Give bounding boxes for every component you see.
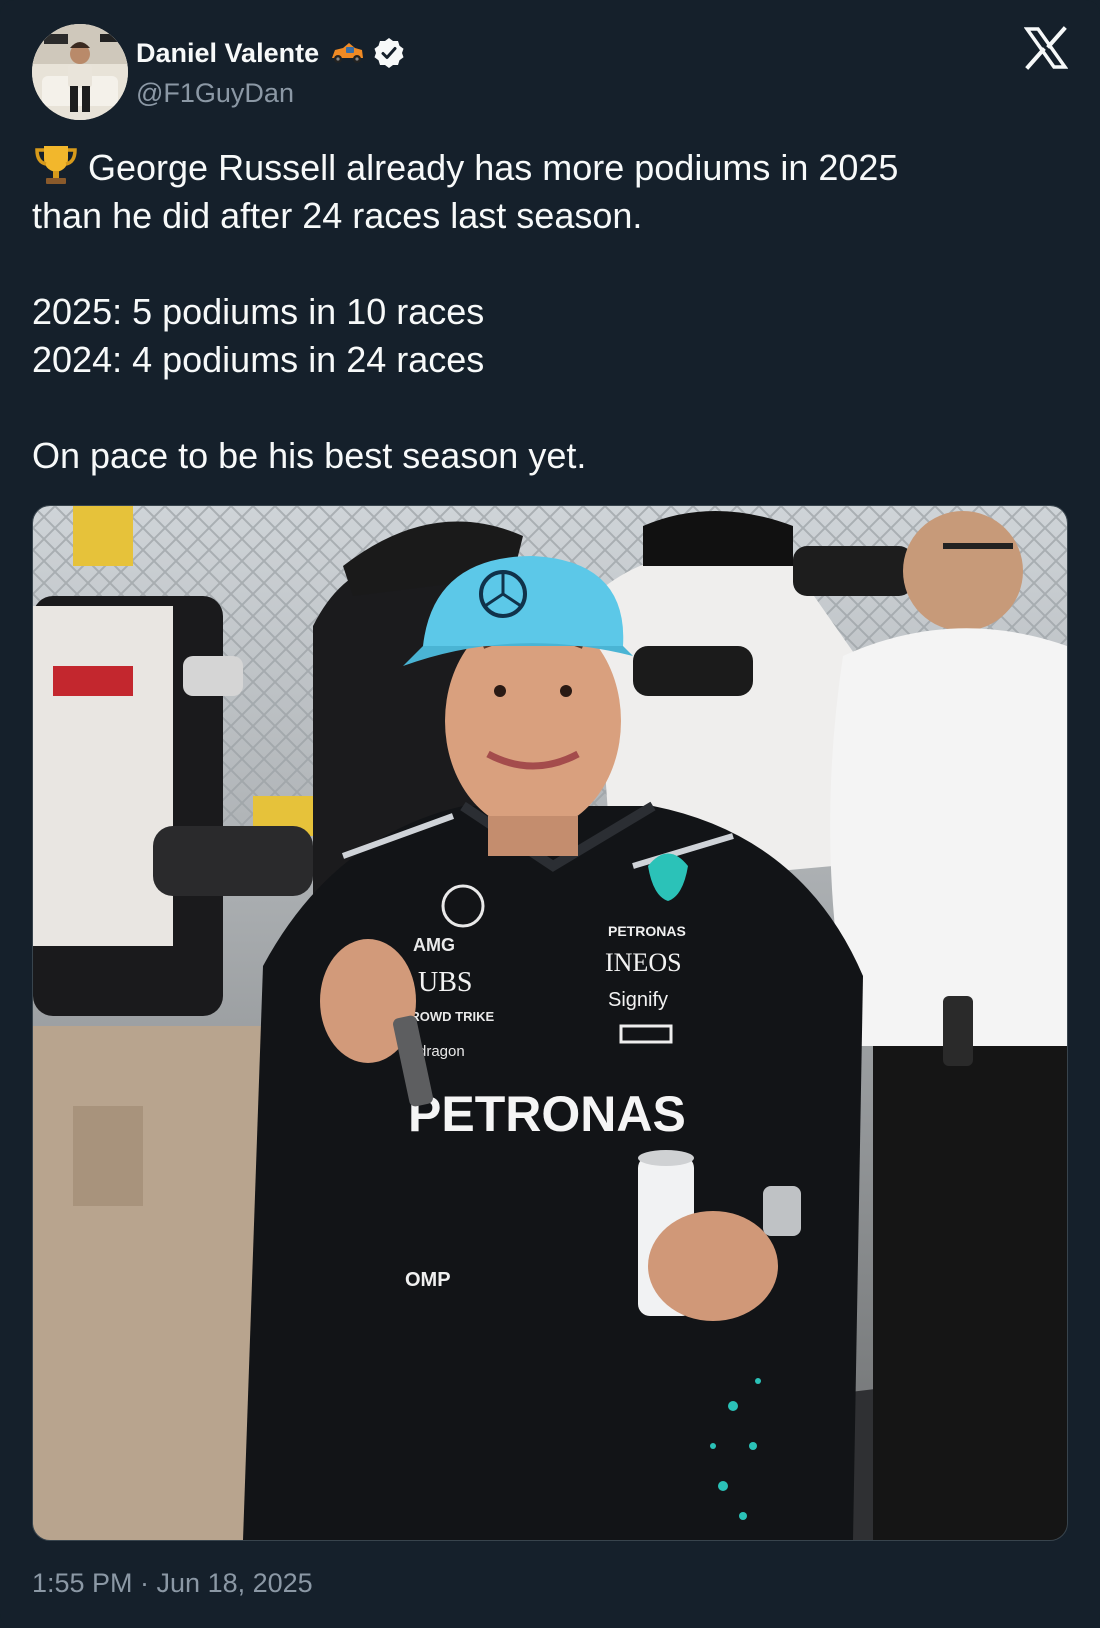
author-name[interactable]: Daniel Valente bbox=[136, 38, 319, 69]
verified-badge-icon[interactable] bbox=[373, 37, 405, 69]
author-handle[interactable]: @F1GuyDan bbox=[136, 78, 294, 109]
svg-text:PETRONAS: PETRONAS bbox=[608, 923, 686, 939]
tweet-line-5: On pace to be his best season yet. bbox=[32, 435, 587, 476]
trophy-icon bbox=[32, 140, 80, 188]
svg-text:UBS: UBS bbox=[418, 967, 472, 998]
tweet-card: Daniel Valente @F1GuyDan George Russell … bbox=[0, 0, 1100, 1628]
tweet-timestamp[interactable]: 1:55 PM · Jun 18, 2025 bbox=[32, 1568, 313, 1599]
tweet-photo[interactable]: AMG UBS CROWD TRIKE dragon PETRONAS INEO… bbox=[32, 505, 1068, 1541]
svg-text:AMG: AMG bbox=[413, 935, 455, 955]
svg-text:Signify: Signify bbox=[608, 989, 668, 1011]
tweet-body: George Russell already has more podiums … bbox=[32, 140, 1072, 480]
avatar[interactable] bbox=[32, 24, 128, 120]
author-name-row: Daniel Valente bbox=[136, 36, 405, 70]
tweet-line-3: 2025: 5 podiums in 10 races bbox=[32, 291, 485, 332]
svg-text:dragon: dragon bbox=[418, 1043, 465, 1060]
svg-text:PETRONAS: PETRONAS bbox=[408, 1086, 686, 1142]
svg-text:INEOS: INEOS bbox=[605, 948, 682, 977]
tweet-line: George Russell already has more podiums … bbox=[32, 140, 1072, 192]
tweet-header: Daniel Valente @F1GuyDan bbox=[32, 24, 1069, 120]
tweet-line-2: than he did after 24 races last season. bbox=[32, 195, 643, 236]
race-car-icon bbox=[329, 40, 365, 66]
svg-text:OMP: OMP bbox=[405, 1269, 451, 1291]
x-logo-icon[interactable] bbox=[1023, 26, 1069, 70]
tweet-line-1: George Russell already has more podiums … bbox=[88, 147, 899, 188]
tweet-line-4: 2024: 4 podiums in 24 races bbox=[32, 339, 485, 380]
